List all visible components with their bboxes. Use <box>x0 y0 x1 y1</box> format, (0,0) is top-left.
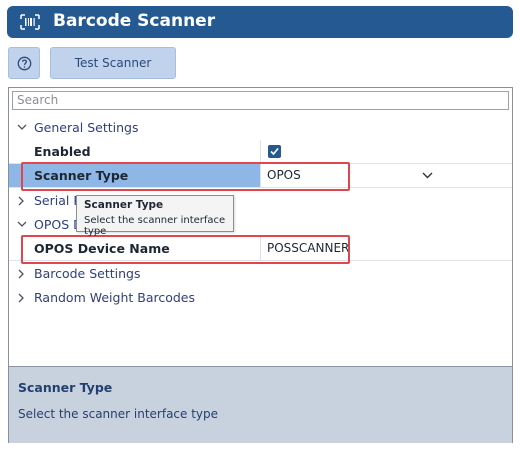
property-grid: Search General Settings Enabled Scanner … <box>8 87 513 443</box>
tooltip-title: Scanner Type <box>84 199 164 211</box>
chevron-right-icon <box>18 269 24 279</box>
category-label: General Settings <box>34 120 139 135</box>
chevron-down-icon <box>17 221 27 227</box>
tooltip: Scanner Type Select the scanner interfac… <box>76 195 234 237</box>
description-pane: Scanner Type Select the scanner interfac… <box>9 366 512 443</box>
chevron-down-icon[interactable] <box>422 172 433 179</box>
help-icon <box>17 56 32 71</box>
highlight-box-opos-device-name <box>21 235 350 264</box>
category-random-weight-barcodes[interactable]: Random Weight Barcodes <box>9 286 512 310</box>
help-button[interactable] <box>8 47 40 79</box>
title-bar: Barcode Scanner <box>7 6 513 38</box>
description-text: Select the scanner interface type <box>18 407 219 421</box>
description-title: Scanner Type <box>18 380 113 395</box>
enabled-checkbox[interactable] <box>268 145 281 158</box>
search-input[interactable]: Search <box>12 91 509 110</box>
property-row-enabled[interactable]: Enabled <box>9 140 512 164</box>
chevron-right-icon <box>18 293 24 303</box>
barcode-icon <box>20 14 40 30</box>
highlight-box-scanner-type <box>21 162 350 191</box>
property-name: Enabled <box>9 140 261 163</box>
tooltip-text: Select the scanner interface type <box>84 215 226 237</box>
checkmark-icon <box>270 147 279 156</box>
category-general-settings[interactable]: General Settings <box>9 116 512 140</box>
chevron-right-icon <box>18 196 24 206</box>
test-scanner-button[interactable]: Test Scanner <box>50 47 176 79</box>
category-barcode-settings[interactable]: Barcode Settings <box>9 262 512 286</box>
category-label: Random Weight Barcodes <box>34 290 196 305</box>
window-title: Barcode Scanner <box>53 11 216 31</box>
category-label: Barcode Settings <box>34 266 141 281</box>
chevron-down-icon <box>17 124 27 130</box>
